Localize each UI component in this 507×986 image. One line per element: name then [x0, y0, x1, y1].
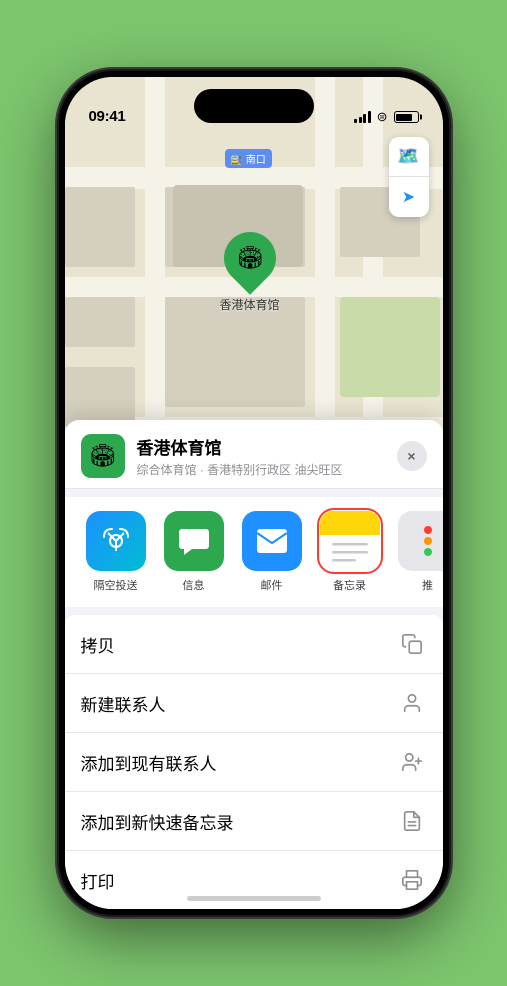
action-quick-note-label: 添加到新快速备忘录	[81, 809, 234, 834]
wifi-icon: ⊜	[377, 109, 388, 125]
green-area1	[340, 297, 440, 397]
bottom-sheet: 🏟 香港体育馆 综合体育馆 · 香港特别行政区 油尖旺区 ×	[65, 420, 443, 909]
action-quick-note[interactable]: 添加到新快速备忘录	[65, 792, 443, 851]
map-label-prefix: 🚉	[231, 155, 246, 166]
share-item-mail[interactable]: 邮件	[237, 511, 307, 593]
notes-icon	[320, 511, 380, 571]
map-controls[interactable]: 🗺️ ➤	[389, 137, 429, 217]
signal-bar-2	[359, 117, 362, 123]
phone-frame: 09:41 ⊜	[59, 71, 449, 915]
action-add-contact-label: 添加到现有联系人	[81, 750, 217, 775]
location-button[interactable]: ➤	[389, 177, 429, 217]
airdrop-icon-wrap	[86, 511, 146, 571]
signal-bar-1	[354, 119, 357, 123]
action-copy[interactable]: 拷贝	[65, 615, 443, 674]
print-icon	[397, 865, 427, 895]
pin-circle: 🏟	[213, 221, 287, 295]
block4	[65, 187, 135, 267]
sheet-header: 🏟 香港体育馆 综合体育馆 · 香港特别行政区 油尖旺区 ×	[65, 420, 443, 489]
venue-title: 香港体育馆	[137, 434, 385, 459]
share-item-airdrop[interactable]: 隔空投送	[81, 511, 151, 593]
map-label-nankou: 🚉 南口	[225, 149, 272, 168]
airdrop-label: 隔空投送	[94, 577, 138, 593]
new-contact-icon	[397, 688, 427, 718]
battery-icon	[394, 111, 419, 123]
mail-label: 邮件	[261, 577, 283, 593]
share-item-messages[interactable]: 信息	[159, 511, 229, 593]
venue-map-label: 香港体育馆	[220, 296, 280, 313]
map-label-text: 南口	[246, 155, 266, 166]
battery-fill	[396, 114, 412, 121]
share-row: 隔空投送 信息	[65, 497, 443, 607]
airdrop-icon	[100, 525, 132, 557]
dot-red	[424, 526, 432, 534]
messages-icon-wrap	[164, 511, 224, 571]
pin-venue-icon: 🏟	[236, 245, 264, 271]
signal-bars-icon	[354, 111, 371, 123]
more-dots-icon	[424, 526, 432, 556]
action-print-label: 打印	[81, 868, 115, 893]
share-item-notes[interactable]: 备忘录	[315, 511, 385, 593]
mail-icon-wrap	[242, 511, 302, 571]
block6	[65, 367, 135, 427]
venue-avatar: 🏟	[81, 434, 125, 478]
venue-subtitle: 综合体育馆 · 香港特别行政区 油尖旺区	[137, 461, 385, 478]
quick-note-icon	[397, 806, 427, 836]
mail-icon	[255, 527, 289, 555]
home-indicator	[187, 896, 321, 901]
status-icons: ⊜	[354, 109, 418, 125]
add-contact-icon	[397, 747, 427, 777]
signal-bar-3	[363, 114, 366, 123]
action-copy-label: 拷贝	[81, 632, 115, 657]
action-new-contact-label: 新建联系人	[81, 691, 166, 716]
more-label: 推	[422, 577, 433, 593]
status-time: 09:41	[89, 108, 126, 125]
notes-icon-wrap	[320, 511, 380, 571]
map-type-button[interactable]: 🗺️	[389, 137, 429, 177]
messages-label: 信息	[183, 577, 205, 593]
dot-green	[424, 548, 432, 556]
more-icon-wrap	[398, 511, 443, 571]
notes-label: 备忘录	[333, 577, 366, 593]
share-item-more[interactable]: 推	[393, 511, 443, 593]
phone-screen: 09:41 ⊜	[65, 77, 443, 909]
venue-pin: 🏟 香港体育馆	[220, 232, 280, 313]
action-new-contact[interactable]: 新建联系人	[65, 674, 443, 733]
messages-icon	[177, 524, 211, 558]
block2	[165, 297, 305, 407]
signal-bar-4	[368, 111, 371, 123]
copy-icon	[397, 629, 427, 659]
block5	[65, 297, 135, 347]
venue-avatar-icon: 🏟	[89, 443, 117, 469]
action-list: 拷贝 新建联系人	[65, 615, 443, 909]
dynamic-island	[194, 89, 314, 123]
close-button[interactable]: ×	[397, 441, 427, 471]
action-add-contact[interactable]: 添加到现有联系人	[65, 733, 443, 792]
venue-info: 香港体育馆 综合体育馆 · 香港特别行政区 油尖旺区	[137, 434, 385, 478]
dot-orange	[424, 537, 432, 545]
